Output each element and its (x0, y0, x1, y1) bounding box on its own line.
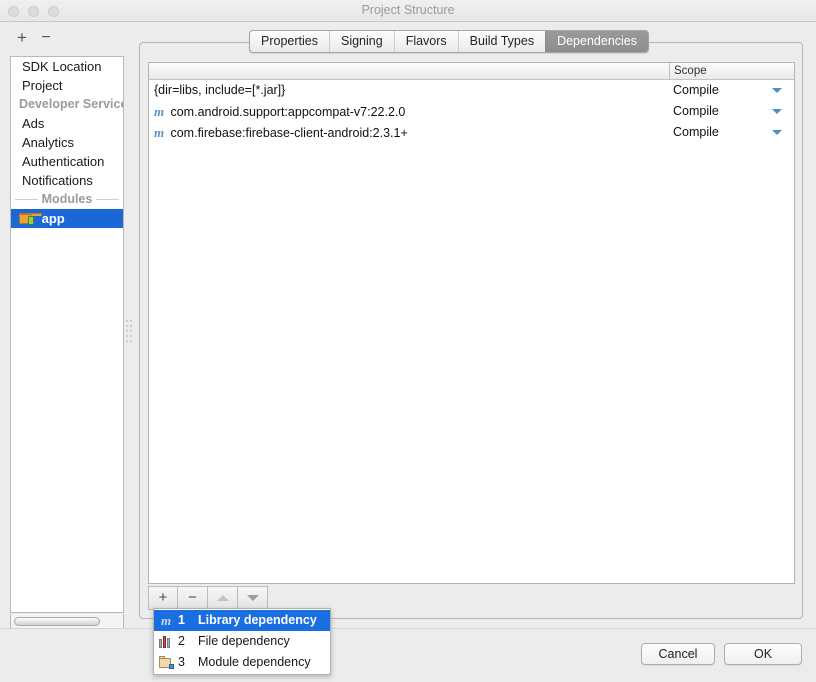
scrollbar-thumb[interactable] (14, 617, 100, 626)
module-folder-icon (159, 656, 174, 669)
tab-bar: Properties Signing Flavors Build Types D… (249, 30, 649, 53)
menu-item-label: Module dependency (198, 655, 311, 669)
table-row[interactable]: {dir=libs, include=[*.jar]} Compile (149, 80, 794, 101)
column-header-name[interactable] (149, 63, 669, 79)
tab-signing[interactable]: Signing (328, 31, 394, 52)
sidebar-item-label: Notifications (22, 173, 93, 188)
arrow-up-icon (216, 595, 229, 601)
menu-item-number: 3 (178, 655, 185, 669)
menu-item-number: 1 (178, 613, 185, 627)
ok-button[interactable]: OK (724, 643, 802, 665)
menu-item-library-dependency[interactable]: m 1 Library dependency (154, 610, 330, 631)
plus-icon: + (158, 589, 168, 606)
maven-icon: m (154, 104, 165, 119)
menu-item-module-dependency[interactable]: 3 Module dependency (154, 652, 330, 673)
sidebar-group-label: Modules (37, 192, 97, 206)
move-down-button[interactable] (238, 586, 268, 610)
sidebar-group-developer-services: Developer Services (11, 95, 123, 114)
menu-item-label: File dependency (198, 634, 290, 648)
sidebar-item-app[interactable]: app (11, 209, 123, 228)
remove-dependency-button[interactable]: − (178, 586, 208, 610)
menu-item-label: Library dependency (198, 613, 317, 627)
chevron-down-icon[interactable] (772, 88, 782, 93)
menu-item-number: 2 (178, 634, 185, 648)
sidebar-horizontal-scrollbar[interactable] (10, 614, 124, 629)
tab-build-types[interactable]: Build Types (457, 31, 545, 52)
column-header-scope[interactable]: Scope (669, 63, 794, 79)
sidebar-item-label: Analytics (22, 135, 75, 150)
sidebar-item-notifications[interactable]: Notifications (11, 171, 123, 190)
sidebar-item-analytics[interactable]: Analytics (11, 133, 123, 152)
project-structure-window: Project Structure + − SDK Location Proje… (0, 0, 816, 682)
minus-icon: − (188, 589, 197, 606)
maven-icon: m (160, 613, 172, 628)
menu-item-file-dependency[interactable]: 2 File dependency (154, 631, 330, 652)
arrow-down-icon (246, 595, 259, 601)
window-title: Project Structure (361, 3, 455, 17)
books-icon (159, 635, 173, 648)
sidebar-item-authentication[interactable]: Authentication (11, 152, 123, 171)
add-module-button[interactable]: + (12, 28, 32, 48)
sidebar-toolbar: + − (0, 22, 132, 56)
dependencies-table[interactable]: Scope {dir=libs, include=[*.jar]} Compil… (148, 62, 795, 584)
dependency-name: com.firebase:firebase-client-android:2.3… (170, 126, 408, 140)
dependency-name: com.android.support:appcompat-v7:22.2.0 (170, 105, 406, 119)
sidebar-list[interactable]: SDK Location Project Developer Services … (10, 56, 124, 613)
window-titlebar: Project Structure (0, 0, 816, 22)
chevron-down-icon[interactable] (772, 109, 782, 114)
move-up-button[interactable] (208, 586, 238, 610)
panel-splitter-handle[interactable] (126, 320, 133, 350)
table-row[interactable]: m com.firebase:firebase-client-android:2… (149, 122, 794, 143)
module-folder-icon (19, 213, 42, 225)
sidebar-item-label: Authentication (22, 154, 105, 169)
sidebar-item-ads[interactable]: Ads (11, 114, 123, 133)
add-dependency-button[interactable]: + (148, 586, 178, 610)
tab-flavors[interactable]: Flavors (393, 31, 458, 52)
table-header-row: Scope (149, 63, 794, 80)
chevron-down-icon[interactable] (772, 130, 782, 135)
sidebar-item-project[interactable]: Project (11, 76, 123, 95)
dependency-name: {dir=libs, include=[*.jar]} (154, 83, 286, 97)
sidebar-item-label: Project (22, 78, 63, 93)
maven-icon: m (154, 125, 165, 140)
sidebar-group-label: Developer Services (15, 97, 123, 111)
table-row[interactable]: m com.android.support:appcompat-v7:22.2.… (149, 101, 794, 122)
sidebar-item-sdk-location[interactable]: SDK Location (11, 57, 123, 76)
tab-dependencies[interactable]: Dependencies (545, 31, 648, 52)
dialog-footer: Cancel OK (0, 629, 816, 682)
dependencies-panel: Scope {dir=libs, include=[*.jar]} Compil… (139, 42, 803, 619)
sidebar-item-label: Ads (22, 116, 45, 131)
tab-properties[interactable]: Properties (250, 31, 329, 52)
sidebar-item-label: app (41, 211, 65, 226)
cancel-button[interactable]: Cancel (641, 643, 715, 665)
add-dependency-menu[interactable]: m 1 Library dependency 2 File dependency… (153, 608, 331, 675)
sidebar-group-modules: Modules (11, 190, 123, 209)
remove-module-button[interactable]: − (36, 28, 56, 48)
sidebar-item-label: SDK Location (22, 59, 102, 74)
